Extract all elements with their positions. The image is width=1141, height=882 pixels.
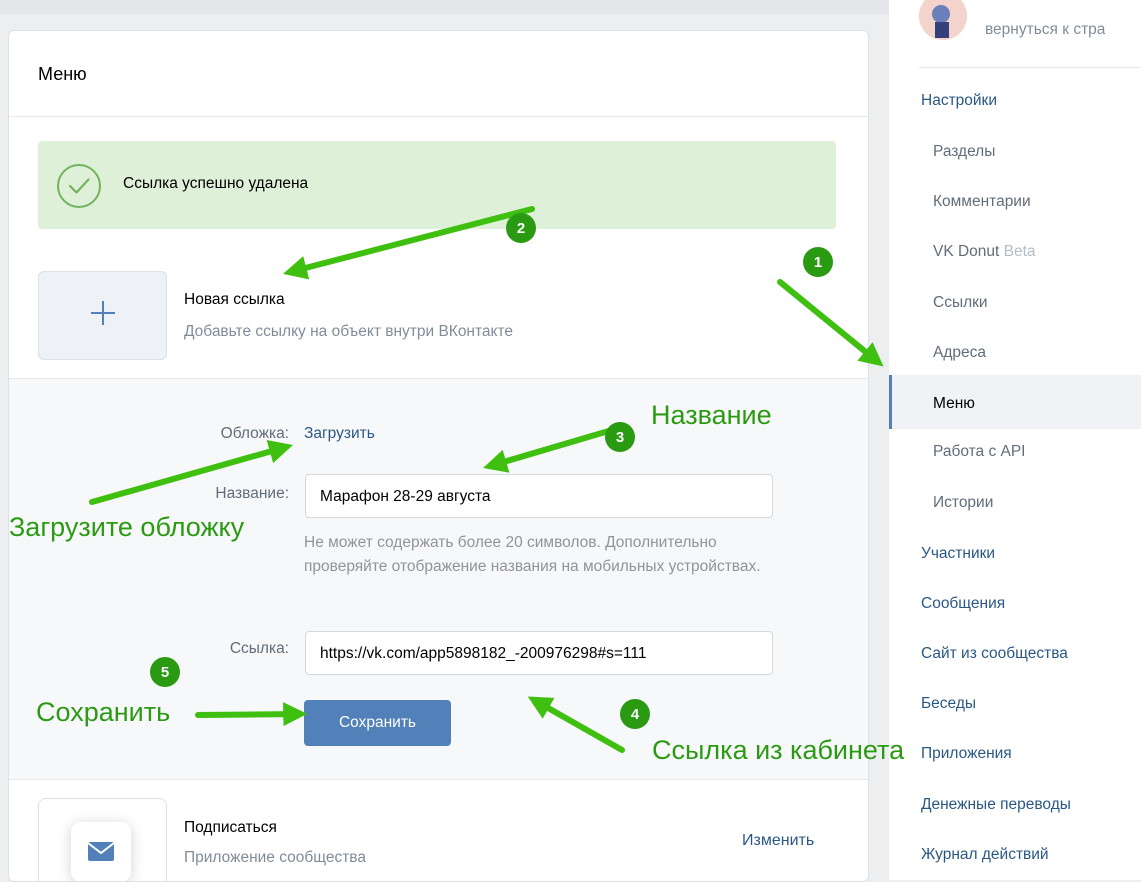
- subscribe-subtitle: Приложение сообщества: [184, 849, 366, 866]
- upload-cover-link[interactable]: Загрузить: [304, 425, 375, 443]
- sidebar-item-links[interactable]: Ссылки: [933, 294, 988, 312]
- sidebar-item-vk-donut[interactable]: VK Donut Beta: [933, 243, 1036, 261]
- subscribe-app-thumb: [38, 798, 167, 881]
- check-circle-icon: [57, 164, 101, 208]
- success-banner: Ссылка успешно удалена: [38, 141, 836, 229]
- name-input[interactable]: Марафон 28-29 августа: [305, 474, 773, 518]
- avatar[interactable]: [919, 0, 967, 40]
- sidebar-item-site[interactable]: Сайт из сообщества: [921, 645, 1068, 663]
- annotation-name: Название: [651, 400, 772, 430]
- link-label: Ссылка:: [229, 640, 289, 657]
- sidebar-item-money-transfers[interactable]: Денежные переводы: [921, 796, 1071, 814]
- envelope-icon: [87, 842, 115, 861]
- sidebar-item-sections[interactable]: Разделы: [933, 143, 995, 161]
- sidebar-item-messages[interactable]: Сообщения: [921, 595, 1005, 613]
- divider: [9, 779, 868, 780]
- settings-sidebar: вернуться к стра Настройки Разделы Комме…: [889, 0, 1141, 880]
- new-link-title[interactable]: Новая ссылка: [184, 291, 285, 309]
- save-button[interactable]: Сохранить: [304, 700, 451, 746]
- page-title: Меню: [38, 64, 87, 84]
- sidebar-item-apps[interactable]: Приложения: [921, 745, 1012, 763]
- sidebar-item-chats[interactable]: Беседы: [921, 695, 976, 713]
- sidebar-item-action-log[interactable]: Журнал действий: [921, 846, 1049, 864]
- new-link-subtitle: Добавьте ссылку на объект внутри ВКонтак…: [184, 323, 514, 340]
- divider: [919, 67, 1141, 68]
- sidebar-item-members[interactable]: Участники: [921, 545, 995, 563]
- active-item-indicator: [889, 375, 892, 429]
- avatar-image: [919, 0, 967, 40]
- sidebar-item-api[interactable]: Работа с API: [933, 443, 1026, 461]
- cover-label: Обложка:: [220, 425, 289, 442]
- success-message: Ссылка успешно удалена: [123, 175, 309, 192]
- beta-badge: Beta: [1003, 243, 1036, 260]
- annotation-upload-cover: Загрузите обложку: [9, 512, 245, 542]
- active-item-bg: [892, 375, 1141, 429]
- new-link-button[interactable]: [38, 271, 167, 360]
- sidebar-item-settings[interactable]: Настройки: [921, 92, 997, 110]
- plus-icon: [91, 301, 115, 325]
- sidebar-item-stories[interactable]: Истории: [933, 494, 993, 512]
- annotation-save: Сохранить: [36, 697, 171, 727]
- sidebar-item-label: VK Donut: [933, 243, 1000, 260]
- app-icon-box: [71, 822, 131, 881]
- annotation-link-from-cabinet: Ссылка из кабинета: [652, 735, 905, 765]
- back-to-page-link[interactable]: вернуться к стра: [985, 21, 1105, 39]
- sidebar-item-addresses[interactable]: Адреса: [933, 344, 986, 362]
- name-label: Название:: [215, 485, 289, 502]
- subscribe-title: Подписаться: [184, 819, 277, 836]
- sidebar-item-menu[interactable]: Меню: [933, 395, 975, 413]
- name-hint: Не может содержать более 20 символов. До…: [304, 534, 761, 575]
- link-input[interactable]: https://vk.com/app5898182_-200976298#s=1…: [305, 631, 773, 675]
- edit-link[interactable]: Изменить: [742, 832, 814, 850]
- divider: [9, 116, 868, 117]
- sidebar-item-comments[interactable]: Комментарии: [933, 193, 1031, 211]
